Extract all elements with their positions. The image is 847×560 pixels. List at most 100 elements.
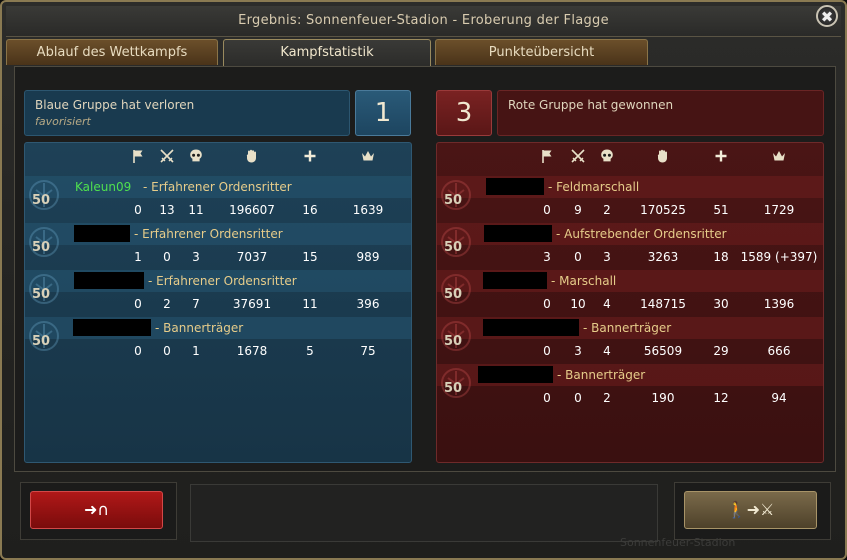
player-name[interactable]: Kaleun09 [75,180,131,194]
player-level: 50 [444,240,463,255]
stat-healing: 29 [713,344,729,358]
stat-damage: 37691 [232,297,272,311]
stat-deaths: 4 [603,297,611,311]
stat-healing: 11 [302,297,318,311]
red-result-text: Rote Gruppe hat gewonnen [508,98,674,112]
stat-points: 989 [356,250,380,264]
player-rank: - Bannerträger [155,321,244,335]
stat-points: 94 [771,391,787,405]
player-rank: - Erfahrener Ordensritter [134,227,283,241]
stat-points: 75 [360,344,376,358]
crown-icon [360,148,376,170]
stat-healing: 15 [302,250,318,264]
redacted-name [483,272,547,289]
red-score: 3 [436,90,492,136]
stat-deaths: 2 [603,391,611,405]
skull-icon [188,148,204,170]
stat-damage: 170525 [640,203,686,217]
stat-healing: 12 [713,391,729,405]
watermark-text: Sonnenfeuer-Stadion [620,536,736,549]
player-rank: - Bannerträger [557,368,646,382]
stat-deaths: 3 [192,250,200,264]
player-row[interactable]: 50- Bannerträger 0 0 1 1678 5 75 [25,317,411,363]
stat-deaths: 11 [188,203,204,217]
stat-damage: 190 [651,391,675,405]
stat-points: 396 [356,297,380,311]
player-level: 50 [444,193,463,208]
stat-points: 1639 [352,203,384,217]
join-battle-button[interactable]: 🚶➜⚔ [684,491,817,529]
plus-icon [302,148,318,170]
player-rank: - Bannerträger [583,321,672,335]
stat-points: 1589 (+397) [740,250,818,264]
player-row[interactable]: 50 Kaleun09- Erfahrener Ordensritter 0 13 11… [25,176,411,222]
redacted-name [478,366,553,383]
stat-damage: 3263 [647,250,679,264]
stat-points: 1396 [763,297,795,311]
stat-damage: 148715 [640,297,686,311]
player-level: 50 [32,287,51,302]
player-rank: - Feldmarschall [548,180,640,194]
stat-deaths: 7 [192,297,200,311]
player-level: 50 [32,240,51,255]
player-row[interactable]: 50- Marschall 0 10 4 148715 30 1396 [437,270,823,316]
title-bar: Ergebnis: Sonnenfeuer-Stadion - Eroberun… [6,6,841,37]
crown-icon [771,148,787,170]
stat-damage: 1678 [236,344,268,358]
tab-kampfstatistik[interactable]: Kampfstatistik [223,39,431,67]
player-level: 50 [32,193,51,208]
tab-ablauf[interactable]: Ablauf des Wettkampfs [6,39,218,65]
skull-icon [599,148,615,170]
redacted-name [484,225,552,242]
crossed-swords-icon [570,148,586,170]
player-row[interactable]: 50- Bannerträger 0 0 2 190 12 94 [437,364,823,410]
blue-team-header: Blaue Gruppe hat verloren favorisiert [24,90,350,136]
stat-damage: 7037 [236,250,268,264]
player-rank: - Erfahrener Ordensritter [148,274,297,288]
player-level: 50 [444,381,463,396]
message-area [190,484,658,542]
player-row[interactable]: 50- Aufstrebender Ordensritter 3 0 3 3263 18 1… [437,223,823,269]
leave-battleground-button[interactable]: ➜∩ [30,491,163,529]
tab-punkteuebersicht[interactable]: Punkteübersicht [435,39,648,65]
stat-healing: 30 [713,297,729,311]
stat-damage: 56509 [643,344,683,358]
player-rank: - Erfahrener Ordensritter [143,180,292,194]
stat-deaths: 1 [192,344,200,358]
player-row[interactable]: 50- Erfahrener Ordensritter 0 2 7 37691 11 396 [25,270,411,316]
redacted-name [74,225,130,242]
fist-icon [244,148,260,170]
stat-deaths: 4 [603,344,611,358]
player-level: 50 [444,287,463,302]
plus-icon [713,148,729,170]
stat-healing: 16 [302,203,318,217]
red-team-header: Rote Gruppe hat gewonnen [497,90,824,136]
player-rank: - Marschall [551,274,617,288]
player-row[interactable]: 50- Erfahrener Ordensritter 1 0 3 7037 15 989 [25,223,411,269]
crossed-swords-icon [159,148,175,170]
stat-deaths: 2 [603,203,611,217]
player-row[interactable]: 50- Bannerträger 0 3 4 56509 29 666 [437,317,823,363]
stat-damage: 196607 [229,203,275,217]
flag-icon [130,148,146,170]
player-rank: - Aufstrebender Ordensritter [556,227,727,241]
player-level: 50 [444,334,463,349]
blue-subtitle: favorisiert [35,115,91,128]
player-level: 50 [32,334,51,349]
redacted-name [73,319,151,336]
blue-result-text: Blaue Gruppe hat verloren [35,98,195,112]
blue-score: 1 [355,90,411,136]
flag-icon [539,148,555,170]
close-button[interactable]: ✖ [816,5,838,27]
fist-icon [655,148,671,170]
stat-healing: 51 [713,203,729,217]
player-row[interactable]: 50- Feldmarschall 0 9 2 170525 51 1729 [437,176,823,222]
window-title: Ergebnis: Sonnenfeuer-Stadion - Eroberun… [238,13,609,28]
stat-healing: 5 [306,344,314,358]
stat-points: 1729 [763,203,795,217]
redacted-name [486,178,544,195]
stat-deaths: 3 [603,250,611,264]
redacted-name [483,319,579,336]
stat-points: 666 [767,344,791,358]
redacted-name [74,272,144,289]
